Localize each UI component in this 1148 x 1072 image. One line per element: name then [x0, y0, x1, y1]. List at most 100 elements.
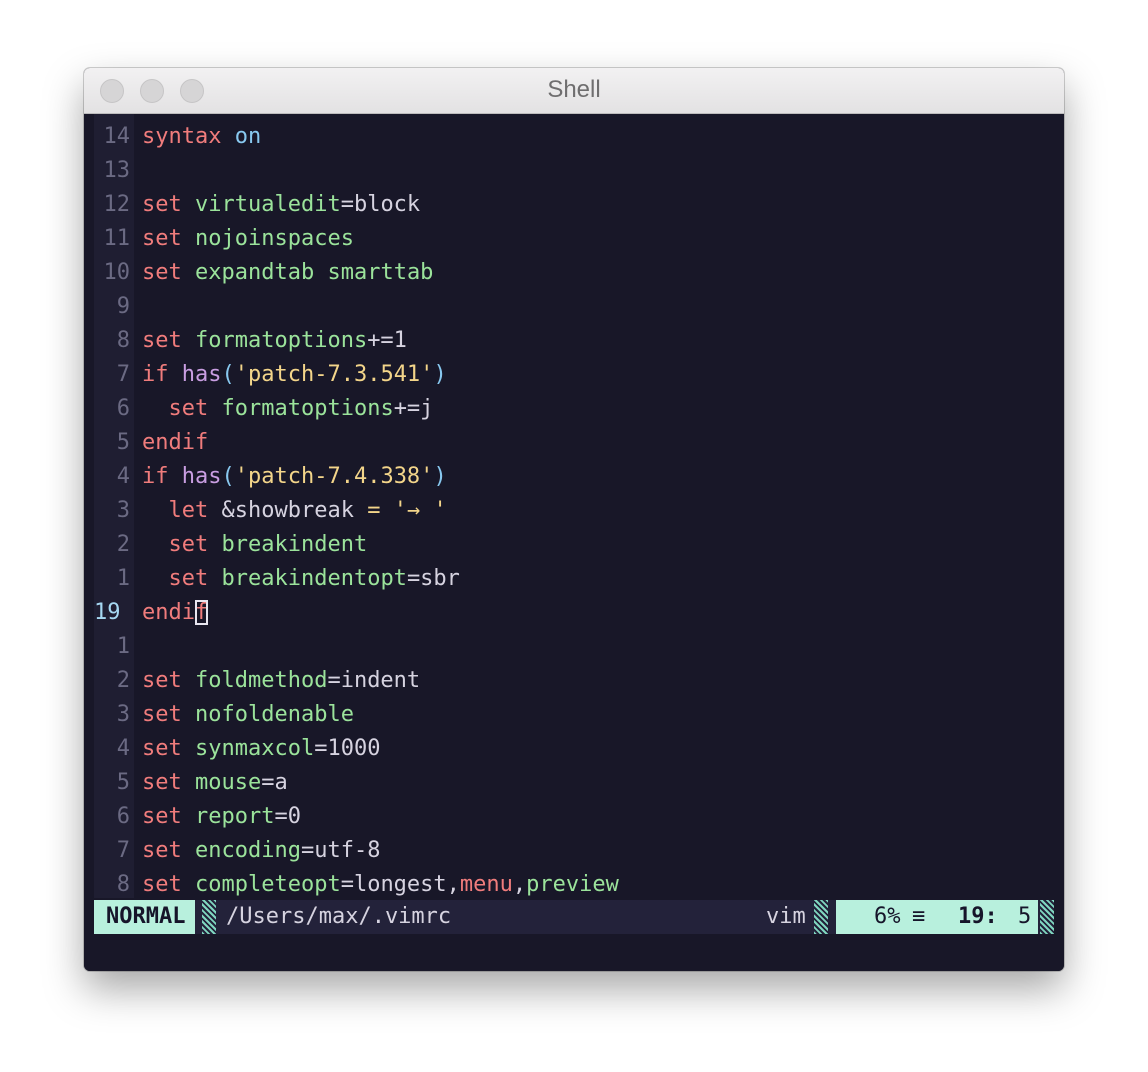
- line-number: 12: [103, 192, 131, 217]
- code-line[interactable]: 2 set breakindent: [94, 528, 367, 562]
- line-number: 8: [116, 328, 130, 353]
- line-number: 3: [116, 702, 130, 727]
- code-token: 'patch-7.3.541': [234, 362, 434, 387]
- code-line[interactable]: 6 set report=0: [94, 800, 301, 834]
- line-number: 5: [116, 770, 130, 795]
- code-line[interactable]: 7 if has('patch-7.3.541'): [94, 358, 447, 392]
- code-token: set: [142, 770, 182, 795]
- line-number: 14: [103, 124, 131, 149]
- code-line[interactable]: 5 set mouse=a: [94, 766, 288, 800]
- file-path: /Users/max/.vimrc: [226, 904, 452, 929]
- code-line[interactable]: 19 endif: [94, 596, 209, 630]
- code-line[interactable]: 5 endif: [94, 426, 208, 460]
- line-number: 5: [116, 430, 130, 455]
- code-line[interactable]: 10 set expandtab smarttab: [94, 256, 434, 290]
- code-token: on: [234, 124, 262, 149]
- code-line[interactable]: 9: [94, 290, 142, 324]
- code-token: '→ ': [393, 498, 447, 523]
- status-separator: [1040, 900, 1054, 934]
- line-number: 3: [116, 498, 130, 523]
- code-line[interactable]: 3 let &showbreak = '→ ': [94, 494, 447, 528]
- terminal-window: Shell 14 syntax on 13 12 set virtualedit=blo…: [84, 68, 1064, 971]
- code-token: set: [168, 532, 209, 557]
- code-token: report: [195, 804, 275, 829]
- code-line[interactable]: 12 set virtualedit=block: [94, 188, 421, 222]
- code-token: if: [142, 362, 169, 387]
- terminal-content[interactable]: 14 syntax on 13 12 set virtualedit=block 11 se…: [84, 114, 1064, 971]
- code-token: set: [168, 396, 209, 421]
- code-token: synmaxcol: [195, 736, 315, 761]
- code-token: completeopt: [195, 872, 341, 897]
- code-token: =0: [274, 804, 301, 829]
- code-line[interactable]: 1 set breakindentopt=sbr: [94, 562, 460, 596]
- code-token: set: [142, 328, 182, 353]
- menu-icon: ≡: [912, 904, 926, 929]
- line-number: 6: [116, 804, 130, 829]
- code-line[interactable]: 8 set formatoptions+=1: [94, 324, 407, 358]
- code-line[interactable]: 14 syntax on: [94, 120, 262, 154]
- code-token: =indent: [327, 668, 421, 693]
- code-line[interactable]: 3 set nofoldenable: [94, 698, 354, 732]
- code-token: +=1: [367, 328, 407, 353]
- status-separator: [814, 900, 828, 934]
- code-token: if: [142, 464, 169, 489]
- code-token: +=j: [393, 396, 434, 421]
- column-number-label: 5: [1018, 904, 1032, 929]
- code-token: ,: [512, 872, 527, 897]
- line-number-label: 19:: [958, 904, 998, 929]
- code-token: syntax: [142, 124, 222, 149]
- code-token: let: [168, 498, 209, 523]
- code-line[interactable]: 8 set completeopt=longest,menu,preview: [94, 868, 619, 902]
- code-line[interactable]: 1: [94, 630, 142, 664]
- code-token: (: [221, 362, 235, 387]
- code-token: set: [142, 838, 182, 863]
- code-token: formatoptions: [221, 396, 394, 421]
- line-number: 1: [116, 566, 130, 591]
- code-line[interactable]: 13: [94, 154, 142, 188]
- code-token: =block: [340, 192, 421, 217]
- code-token: =longest,: [340, 872, 460, 897]
- code-token: ): [433, 464, 447, 489]
- code-token: mouse: [195, 770, 262, 795]
- code-token: set: [142, 226, 182, 251]
- text-cursor: f: [194, 600, 209, 625]
- code-token: set: [142, 872, 182, 897]
- code-token: has: [181, 362, 222, 387]
- code-line[interactable]: 6 set formatoptions+=j: [94, 392, 434, 426]
- code-line[interactable]: 4 if has('patch-7.4.338'): [94, 460, 447, 494]
- code-token: set: [168, 566, 209, 591]
- code-token: =utf-8: [300, 838, 381, 863]
- code-line[interactable]: 11 set nojoinspaces: [94, 222, 354, 256]
- code-token: =a: [261, 770, 288, 795]
- code-token: breakindent: [221, 532, 368, 557]
- line-number: 2: [116, 532, 130, 557]
- code-line[interactable]: 7 set encoding=utf-8: [94, 834, 381, 868]
- code-token: smarttab: [327, 260, 434, 285]
- code-token: (: [221, 464, 235, 489]
- code-token: =: [367, 498, 381, 523]
- line-number: 4: [116, 464, 130, 489]
- code-line[interactable]: 4 set synmaxcol=1000: [94, 732, 381, 766]
- line-number: 19: [94, 600, 121, 625]
- mode-indicator: NORMAL: [94, 900, 196, 934]
- code-token: set: [142, 736, 182, 761]
- code-line[interactable]: 2 set foldmethod=indent: [94, 664, 420, 698]
- code-token: set: [142, 668, 182, 693]
- status-separator: [202, 900, 216, 934]
